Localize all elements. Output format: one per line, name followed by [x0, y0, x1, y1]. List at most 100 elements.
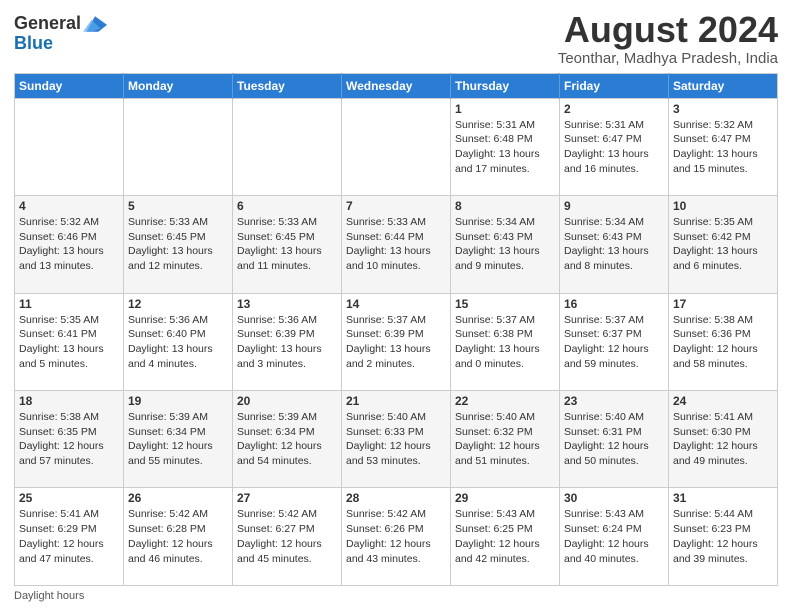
day-info: Sunrise: 5:42 AMSunset: 6:27 PMDaylight:…: [237, 507, 337, 566]
day-info: Sunrise: 5:34 AMSunset: 6:43 PMDaylight:…: [564, 215, 664, 274]
calendar-cell: 4 Sunrise: 5:32 AMSunset: 6:46 PMDaylight…: [15, 196, 124, 293]
day-number: 10: [673, 199, 773, 213]
day-info: Sunrise: 5:32 AMSunset: 6:46 PMDaylight:…: [19, 215, 119, 274]
day-number: 13: [237, 297, 337, 311]
calendar-cell: 2 Sunrise: 5:31 AMSunset: 6:47 PMDaylight…: [560, 98, 669, 195]
day-number: 8: [455, 199, 555, 213]
calendar-cell: 15 Sunrise: 5:37 AMSunset: 6:38 PMDayligh…: [451, 293, 560, 390]
calendar-cell: 1Sunrise: 5:31 AMSunset: 6:48 PMDaylight…: [451, 98, 560, 195]
day-info: Sunrise: 5:36 AMSunset: 6:39 PMDaylight:…: [237, 313, 337, 372]
day-number: 17: [673, 297, 773, 311]
day-number: 4: [19, 199, 119, 213]
calendar-cell: 10 Sunrise: 5:35 AMSunset: 6:42 PMDayligh…: [669, 196, 778, 293]
calendar-cell: 14 Sunrise: 5:37 AMSunset: 6:39 PMDayligh…: [342, 293, 451, 390]
day-number: 2: [564, 102, 664, 116]
day-info: Sunrise: 5:43 AMSunset: 6:24 PMDaylight:…: [564, 507, 664, 566]
calendar-cell: 12 Sunrise: 5:36 AMSunset: 6:40 PMDayligh…: [124, 293, 233, 390]
main-title: August 2024: [558, 10, 778, 50]
logo: General Blue: [14, 14, 107, 54]
calendar-week-row: 4 Sunrise: 5:32 AMSunset: 6:46 PMDaylight…: [15, 196, 778, 293]
calendar-cell: 9Sunrise: 5:34 AMSunset: 6:43 PMDaylight…: [560, 196, 669, 293]
logo-icon: [83, 16, 107, 32]
day-number: 22: [455, 394, 555, 408]
day-info: Sunrise: 5:37 AMSunset: 6:39 PMDaylight:…: [346, 313, 446, 372]
day-info: Sunrise: 5:35 AMSunset: 6:41 PMDaylight:…: [19, 313, 119, 372]
day-number: 11: [19, 297, 119, 311]
calendar-cell: 22Sunrise: 5:40 AMSunset: 6:32 PMDayligh…: [451, 391, 560, 488]
day-number: 25: [19, 491, 119, 505]
calendar-cell: [233, 98, 342, 195]
calendar-cell: 20 Sunrise: 5:39 AMSunset: 6:34 PMDayligh…: [233, 391, 342, 488]
calendar-day-header: Monday: [124, 73, 233, 98]
calendar-cell: 11 Sunrise: 5:35 AMSunset: 6:41 PMDayligh…: [15, 293, 124, 390]
day-info: Sunrise: 5:37 AMSunset: 6:37 PMDaylight:…: [564, 313, 664, 372]
day-info: Sunrise: 5:35 AMSunset: 6:42 PMDaylight:…: [673, 215, 773, 274]
day-info: Sunrise: 5:41 AMSunset: 6:30 PMDaylight:…: [673, 410, 773, 469]
day-info: Sunrise: 5:37 AMSunset: 6:38 PMDaylight:…: [455, 313, 555, 372]
day-number: 28: [346, 491, 446, 505]
day-number: 3: [673, 102, 773, 116]
calendar-day-header: Tuesday: [233, 73, 342, 98]
header: General Blue August 2024 Teonthar, Madhy…: [14, 10, 778, 67]
calendar-cell: 26Sunrise: 5:42 AMSunset: 6:28 PMDayligh…: [124, 488, 233, 586]
day-number: 29: [455, 491, 555, 505]
calendar-cell: 25 Sunrise: 5:41 AMSunset: 6:29 PMDayligh…: [15, 488, 124, 586]
calendar-cell: 30Sunrise: 5:43 AMSunset: 6:24 PMDayligh…: [560, 488, 669, 586]
calendar-week-row: 18 Sunrise: 5:38 AMSunset: 6:35 PMDayligh…: [15, 391, 778, 488]
calendar-cell: 29 Sunrise: 5:43 AMSunset: 6:25 PMDayligh…: [451, 488, 560, 586]
calendar-cell: 27 Sunrise: 5:42 AMSunset: 6:27 PMDayligh…: [233, 488, 342, 586]
calendar-day-header: Sunday: [15, 73, 124, 98]
day-number: 15: [455, 297, 555, 311]
day-number: 27: [237, 491, 337, 505]
calendar-cell: 7 Sunrise: 5:33 AMSunset: 6:44 PMDaylight…: [342, 196, 451, 293]
subtitle: Teonthar, Madhya Pradesh, India: [558, 50, 778, 67]
day-info: Sunrise: 5:31 AMSunset: 6:47 PMDaylight:…: [564, 118, 664, 177]
day-info: Sunrise: 5:40 AMSunset: 6:33 PMDaylight:…: [346, 410, 446, 469]
calendar-day-header: Friday: [560, 73, 669, 98]
day-number: 12: [128, 297, 228, 311]
day-number: 19: [128, 394, 228, 408]
day-info: Sunrise: 5:44 AMSunset: 6:23 PMDaylight:…: [673, 507, 773, 566]
calendar-table: SundayMondayTuesdayWednesdayThursdayFrid…: [14, 73, 778, 586]
day-info: Sunrise: 5:39 AMSunset: 6:34 PMDaylight:…: [237, 410, 337, 469]
day-info: Sunrise: 5:41 AMSunset: 6:29 PMDaylight:…: [19, 507, 119, 566]
day-info: Sunrise: 5:33 AMSunset: 6:44 PMDaylight:…: [346, 215, 446, 274]
day-info: Sunrise: 5:43 AMSunset: 6:25 PMDaylight:…: [455, 507, 555, 566]
calendar-cell: 24 Sunrise: 5:41 AMSunset: 6:30 PMDayligh…: [669, 391, 778, 488]
calendar-cell: 13 Sunrise: 5:36 AMSunset: 6:39 PMDayligh…: [233, 293, 342, 390]
logo-general: General: [14, 14, 81, 34]
day-number: 7: [346, 199, 446, 213]
day-info: Sunrise: 5:40 AMSunset: 6:31 PMDaylight:…: [564, 410, 664, 469]
day-number: 23: [564, 394, 664, 408]
day-number: 5: [128, 199, 228, 213]
day-info: Sunrise: 5:31 AMSunset: 6:48 PMDaylight:…: [455, 118, 555, 177]
calendar-cell: 23 Sunrise: 5:40 AMSunset: 6:31 PMDayligh…: [560, 391, 669, 488]
day-number: 31: [673, 491, 773, 505]
day-info: Sunrise: 5:34 AMSunset: 6:43 PMDaylight:…: [455, 215, 555, 274]
day-number: 18: [19, 394, 119, 408]
calendar-day-header: Saturday: [669, 73, 778, 98]
calendar-cell: 5 Sunrise: 5:33 AMSunset: 6:45 PMDaylight…: [124, 196, 233, 293]
day-info: Sunrise: 5:36 AMSunset: 6:40 PMDaylight:…: [128, 313, 228, 372]
day-number: 16: [564, 297, 664, 311]
day-info: Sunrise: 5:38 AMSunset: 6:35 PMDaylight:…: [19, 410, 119, 469]
day-number: 20: [237, 394, 337, 408]
day-number: 24: [673, 394, 773, 408]
calendar-week-row: 1Sunrise: 5:31 AMSunset: 6:48 PMDaylight…: [15, 98, 778, 195]
day-number: 14: [346, 297, 446, 311]
calendar-cell: [342, 98, 451, 195]
calendar-week-row: 11 Sunrise: 5:35 AMSunset: 6:41 PMDayligh…: [15, 293, 778, 390]
day-info: Sunrise: 5:33 AMSunset: 6:45 PMDaylight:…: [237, 215, 337, 274]
calendar-cell: [124, 98, 233, 195]
day-number: 6: [237, 199, 337, 213]
day-info: Sunrise: 5:42 AMSunset: 6:28 PMDaylight:…: [128, 507, 228, 566]
title-block: August 2024 Teonthar, Madhya Pradesh, In…: [558, 10, 778, 67]
day-info: Sunrise: 5:39 AMSunset: 6:34 PMDaylight:…: [128, 410, 228, 469]
day-info: Sunrise: 5:33 AMSunset: 6:45 PMDaylight:…: [128, 215, 228, 274]
calendar-cell: 21 Sunrise: 5:40 AMSunset: 6:33 PMDayligh…: [342, 391, 451, 488]
calendar-cell: 17Sunrise: 5:38 AMSunset: 6:36 PMDayligh…: [669, 293, 778, 390]
calendar-cell: 16 Sunrise: 5:37 AMSunset: 6:37 PMDayligh…: [560, 293, 669, 390]
day-number: 21: [346, 394, 446, 408]
page: General Blue August 2024 Teonthar, Madhy…: [0, 0, 792, 612]
calendar-day-header: Thursday: [451, 73, 560, 98]
